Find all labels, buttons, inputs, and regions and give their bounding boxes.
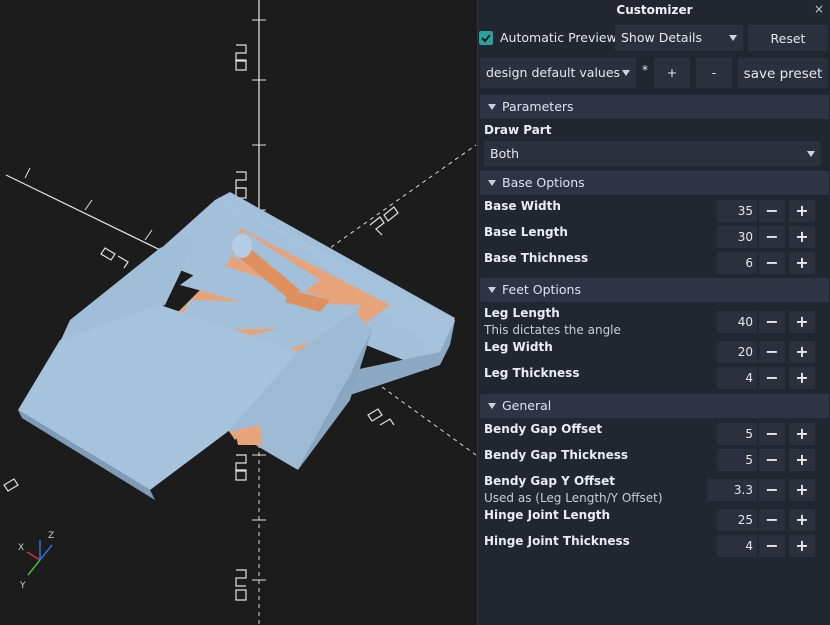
axis-gizmo: Z X Y	[18, 531, 54, 591]
leg-thickness-input[interactable]: 4	[717, 367, 757, 389]
customizer-panel: Customizer × Automatic Preview Show Deta…	[477, 0, 830, 625]
bendy-gap-y-offset-input[interactable]: 3.3	[707, 479, 757, 501]
leg-width-label: Leg Width	[484, 340, 553, 354]
leg-width-increment-button[interactable]: +	[789, 341, 815, 363]
panel-title: Customizer	[616, 3, 693, 17]
hinge-joint-thickness-input[interactable]: 4	[717, 535, 757, 557]
bendy-gap-thickness-input[interactable]: 5	[717, 449, 757, 471]
base-width-label: Base Width	[484, 199, 561, 213]
hinge-joint-length-input[interactable]: 25	[717, 509, 757, 531]
preset-modified-marker: *	[642, 63, 648, 77]
axis-x-label: X	[18, 543, 24, 553]
collapse-triangle-icon	[488, 104, 496, 110]
base-length-label: Base Length	[484, 225, 568, 239]
add-preset-button[interactable]: +	[654, 58, 690, 88]
section-base-options-label: Base Options	[502, 175, 585, 190]
hinge-joint-length-decrement-button[interactable]: −	[759, 509, 785, 531]
base-thickness-label: Base Thichness	[484, 251, 589, 265]
section-parameters[interactable]: Parameters	[480, 95, 829, 119]
section-parameters-label: Parameters	[502, 99, 574, 114]
leg-length-description: This dictates the angle	[484, 323, 621, 337]
bendy-gap-y-offset-label: Bendy Gap Y Offset	[484, 474, 615, 488]
section-base-options[interactable]: Base Options	[480, 171, 829, 195]
preset-select[interactable]: design default values	[480, 58, 636, 88]
3d-model[interactable]	[18, 192, 455, 500]
chevron-down-icon	[622, 70, 630, 76]
hinge-joint-thickness-label: Hinge Joint Thickness	[484, 534, 630, 548]
remove-preset-button[interactable]: -	[696, 58, 732, 88]
leg-thickness-label: Leg Thickness	[484, 366, 580, 380]
base-length-decrement-button[interactable]: −	[759, 226, 785, 248]
base-width-increment-button[interactable]: +	[789, 200, 815, 222]
3d-viewport[interactable]: Z X Y	[0, 0, 476, 625]
bendy-gap-y-offset-description: Used as (Leg Length/Y Offset)	[484, 491, 663, 505]
leg-length-decrement-button[interactable]: −	[759, 311, 785, 333]
automatic-preview-checkbox[interactable]	[479, 31, 493, 45]
bendy-gap-offset-increment-button[interactable]: +	[789, 423, 815, 445]
section-feet-options[interactable]: Feet Options	[480, 278, 829, 302]
base-width-input[interactable]: 35	[717, 200, 757, 222]
hinge-joint-thickness-decrement-button[interactable]: −	[759, 535, 785, 557]
leg-width-decrement-button[interactable]: −	[759, 341, 785, 363]
collapse-triangle-icon	[488, 180, 496, 186]
collapse-triangle-icon	[488, 403, 496, 409]
collapse-triangle-icon	[488, 287, 496, 293]
bendy-gap-thickness-decrement-button[interactable]: −	[759, 449, 785, 471]
draw-part-select[interactable]: Both	[484, 141, 821, 166]
leg-thickness-decrement-button[interactable]: −	[759, 367, 785, 389]
section-feet-options-label: Feet Options	[502, 282, 581, 297]
base-thickness-increment-button[interactable]: +	[789, 252, 815, 274]
bendy-gap-thickness-increment-button[interactable]: +	[789, 449, 815, 471]
hinge-joint-length-label: Hinge Joint Length	[484, 508, 611, 522]
chevron-down-icon	[729, 35, 737, 41]
section-general-label: General	[502, 398, 552, 413]
axis-y-label: Y	[19, 581, 26, 591]
automatic-preview-label: Automatic Preview	[500, 30, 617, 45]
base-thickness-decrement-button[interactable]: −	[759, 252, 785, 274]
hinge-joint-thickness-increment-button[interactable]: +	[789, 535, 815, 557]
preset-select-value: design default values	[486, 65, 621, 80]
bendy-gap-thickness-label: Bendy Gap Thickness	[484, 448, 629, 462]
draw-part-value: Both	[490, 146, 520, 161]
draw-part-label: Draw Part	[484, 123, 552, 137]
base-thickness-input[interactable]: 6	[717, 252, 757, 274]
leg-thickness-increment-button[interactable]: +	[789, 367, 815, 389]
details-select[interactable]: Show Details	[615, 25, 743, 51]
bendy-gap-y-offset-decrement-button[interactable]: −	[759, 479, 785, 501]
close-icon[interactable]: ×	[814, 2, 824, 16]
leg-width-input[interactable]: 20	[717, 341, 757, 363]
hinge-joint-length-increment-button[interactable]: +	[789, 509, 815, 531]
bendy-gap-offset-label: Bendy Gap Offset	[484, 422, 603, 436]
chevron-down-icon	[807, 150, 815, 157]
save-preset-button[interactable]: save preset	[738, 58, 828, 88]
bendy-gap-offset-input[interactable]: 5	[717, 423, 757, 445]
base-length-increment-button[interactable]: +	[789, 226, 815, 248]
base-length-input[interactable]: 30	[717, 226, 757, 248]
leg-length-increment-button[interactable]: +	[789, 311, 815, 333]
base-width-decrement-button[interactable]: −	[759, 200, 785, 222]
axis-z-label: Z	[48, 531, 54, 541]
details-select-value: Show Details	[621, 30, 703, 45]
section-general[interactable]: General	[480, 394, 829, 418]
reset-button[interactable]: Reset	[748, 25, 828, 51]
leg-length-label: Leg Length	[484, 306, 560, 320]
bendy-gap-offset-decrement-button[interactable]: −	[759, 423, 785, 445]
leg-length-input[interactable]: 40	[717, 311, 757, 333]
bendy-gap-y-offset-increment-button[interactable]: +	[789, 479, 815, 501]
viewport-canvas[interactable]: Z X Y	[0, 0, 476, 625]
check-icon	[481, 34, 491, 43]
